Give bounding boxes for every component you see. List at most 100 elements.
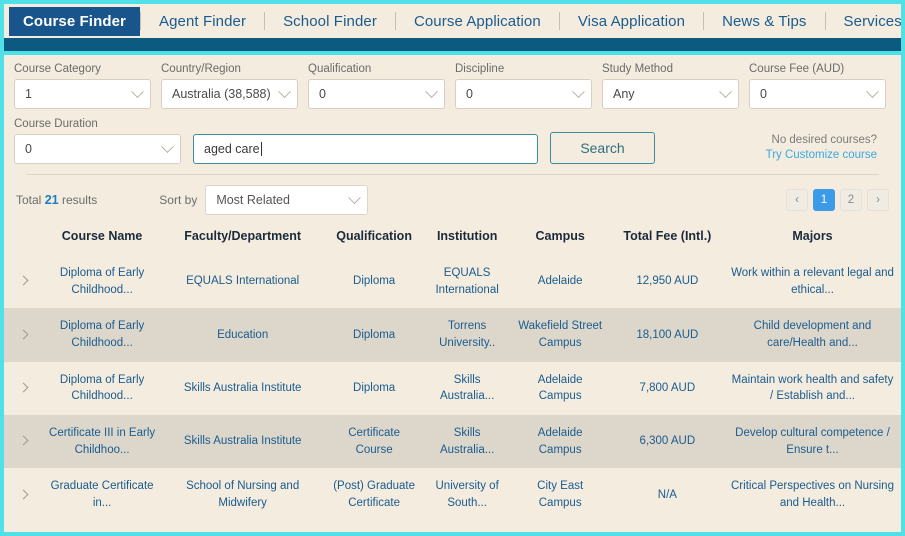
customize-course-link[interactable]: Try Customize course <box>766 148 877 164</box>
table-header: Course Name Faculty/Department Qualifica… <box>4 221 901 255</box>
cell-institution: University of South... <box>435 480 499 510</box>
expand-row-cell[interactable] <box>4 415 42 468</box>
app-frame: Course Finder Agent Finder School Finder… <box>0 0 905 536</box>
cell-majors: Develop cultural competence / Ensure t..… <box>735 427 890 456</box>
cell-faculty: EQUALS International <box>186 275 300 288</box>
cell-total-fee: 12,950 AUD <box>636 275 699 288</box>
cell-faculty: Education <box>217 328 269 341</box>
course-fee-select[interactable]: 0 <box>749 79 886 109</box>
chevron-right-icon[interactable] <box>18 489 29 500</box>
cell-course-name[interactable]: Diploma of Early Childhood... <box>42 308 161 361</box>
table-row[interactable]: Diploma of Early Childhood... Education … <box>4 308 901 362</box>
cell-institution: Torrens University.. <box>439 320 496 350</box>
promo-question: No desired courses? <box>771 133 877 146</box>
filter-label: Course Category <box>14 63 101 75</box>
chevron-down-icon <box>131 84 144 98</box>
chevron-down-icon <box>348 190 362 204</box>
expand-row-cell[interactable] <box>4 255 42 308</box>
tab-label: Visa Application <box>577 12 686 30</box>
cell-course-name[interactable]: Certificate III in Early Childhoo... <box>42 415 161 468</box>
table-row[interactable]: Diploma of Early Childhood... Skills Aus… <box>4 361 901 416</box>
cell-campus: City East Campus <box>537 480 584 510</box>
cell-course-name[interactable]: Diploma of Early Childhood... <box>42 255 161 308</box>
course-duration-select[interactable]: 0 <box>14 134 181 164</box>
sort-by-select[interactable]: Most Related <box>205 185 369 215</box>
results-toolbar: Total 21 results Sort by Most Related ‹ … <box>4 175 901 221</box>
cell-total-fee: 7,800 AUD <box>639 382 696 395</box>
cell-total-fee: 6,300 AUD <box>639 435 696 448</box>
expand-row-cell[interactable] <box>4 308 42 361</box>
total-count: 21 <box>44 193 59 207</box>
pagination-page-1[interactable]: 1 <box>813 189 835 211</box>
cell-majors: Critical Perspectives on Nursing and Hea… <box>731 480 894 510</box>
chevron-right-icon[interactable] <box>18 275 29 286</box>
customize-course-promo: No desired courses? Try Customize course <box>766 133 891 164</box>
cell-total-fee: 18,100 AUD <box>636 328 699 341</box>
filter-label: Country/Region <box>161 63 241 75</box>
cell-majors: Work within a relevant legal and ethical… <box>731 267 894 296</box>
pagination-prev[interactable]: ‹ <box>786 189 808 211</box>
filter-row-secondary: Course Duration 0 aged care Search No de… <box>14 118 891 170</box>
selected-value: 0 <box>25 142 32 156</box>
selected-value: 1 <box>25 87 32 101</box>
chevron-down-icon <box>278 84 291 98</box>
discipline-select[interactable]: 0 <box>455 79 592 109</box>
cell-majors: Maintain work health and safety / Establ… <box>731 373 894 403</box>
search-button-label: Search <box>580 140 625 156</box>
cell-faculty: School of Nursing and Midwifery <box>186 480 300 510</box>
course-category-select[interactable]: 1 <box>14 79 151 109</box>
cell-course-name[interactable]: Graduate Certificate in... <box>42 468 161 521</box>
tab-services[interactable]: Services <box>826 4 901 38</box>
filter-discipline: Discipline 0 <box>455 63 592 109</box>
expand-column-header <box>4 221 42 255</box>
sort-by-label: Sort by <box>159 193 198 207</box>
chevron-right-icon[interactable] <box>18 435 29 446</box>
country-region-select[interactable]: Australia (38,588) / ... <box>161 79 298 109</box>
selected-value: 0 <box>760 87 767 101</box>
tab-visa-application[interactable]: Visa Application <box>560 4 703 38</box>
chevron-right-icon[interactable] <box>18 329 29 340</box>
search-button[interactable]: Search <box>550 132 655 164</box>
pagination-page-2[interactable]: 2 <box>840 189 862 211</box>
table-row[interactable]: Graduate Certificate in... School of Nur… <box>4 468 901 522</box>
filter-label: Course Duration <box>14 118 98 130</box>
tab-course-finder[interactable]: Course Finder <box>9 7 140 36</box>
tab-course-application[interactable]: Course Application <box>396 4 559 38</box>
tab-agent-finder[interactable]: Agent Finder <box>141 4 264 38</box>
results-count: Total 21 results <box>16 193 97 207</box>
cell-qualification: (Post) Graduate Certificate <box>333 480 416 510</box>
selected-value: Any <box>613 87 635 101</box>
cell-course-name[interactable]: Diploma of Early Childhood... <box>42 362 161 415</box>
pagination-next[interactable]: › <box>867 189 889 211</box>
column-header-course-name: Course Name <box>61 229 143 243</box>
expand-row-cell[interactable] <box>4 468 42 521</box>
main-navigation: Course Finder Agent Finder School Finder… <box>4 4 901 38</box>
search-input-value: aged care <box>204 142 260 156</box>
tab-label: News & Tips <box>722 12 807 30</box>
results-table-container: Course Name Faculty/Department Qualifica… <box>4 221 901 522</box>
cell-campus: Adelaide Campus <box>537 427 583 456</box>
cell-institution: Skills Australia... <box>439 427 495 456</box>
column-header-total-fee: Total Fee (Intl.) <box>623 229 712 243</box>
tab-news-and-tips[interactable]: News & Tips <box>704 4 824 38</box>
chevron-down-icon <box>866 84 879 98</box>
tab-school-finder[interactable]: School Finder <box>265 4 395 38</box>
expand-row-cell[interactable] <box>4 362 42 415</box>
nav-accent-bar <box>4 38 901 51</box>
selected-value: Most Related <box>216 193 290 207</box>
table-row[interactable]: Diploma of Early Childhood... EQUALS Int… <box>4 255 901 309</box>
cell-campus: Adelaide Campus <box>537 373 583 403</box>
search-input[interactable]: aged care <box>193 134 538 164</box>
table-row[interactable]: Certificate III in Early Childhoo... Ski… <box>4 415 901 469</box>
cell-majors: Child development and care/Health and... <box>753 320 872 350</box>
cell-institution: EQUALS International <box>435 267 499 296</box>
tab-label: Course Application <box>413 12 541 30</box>
study-method-select[interactable]: Any <box>602 79 739 109</box>
filter-course-duration: Course Duration 0 <box>14 118 181 164</box>
chevron-right-icon[interactable] <box>18 382 29 393</box>
results-table: Course Name Faculty/Department Qualifica… <box>4 221 901 522</box>
filter-label: Discipline <box>455 63 505 75</box>
table-header-row: Course Name Faculty/Department Qualifica… <box>4 221 901 255</box>
qualification-select[interactable]: 0 <box>308 79 445 109</box>
selected-value: 0 <box>466 87 473 101</box>
